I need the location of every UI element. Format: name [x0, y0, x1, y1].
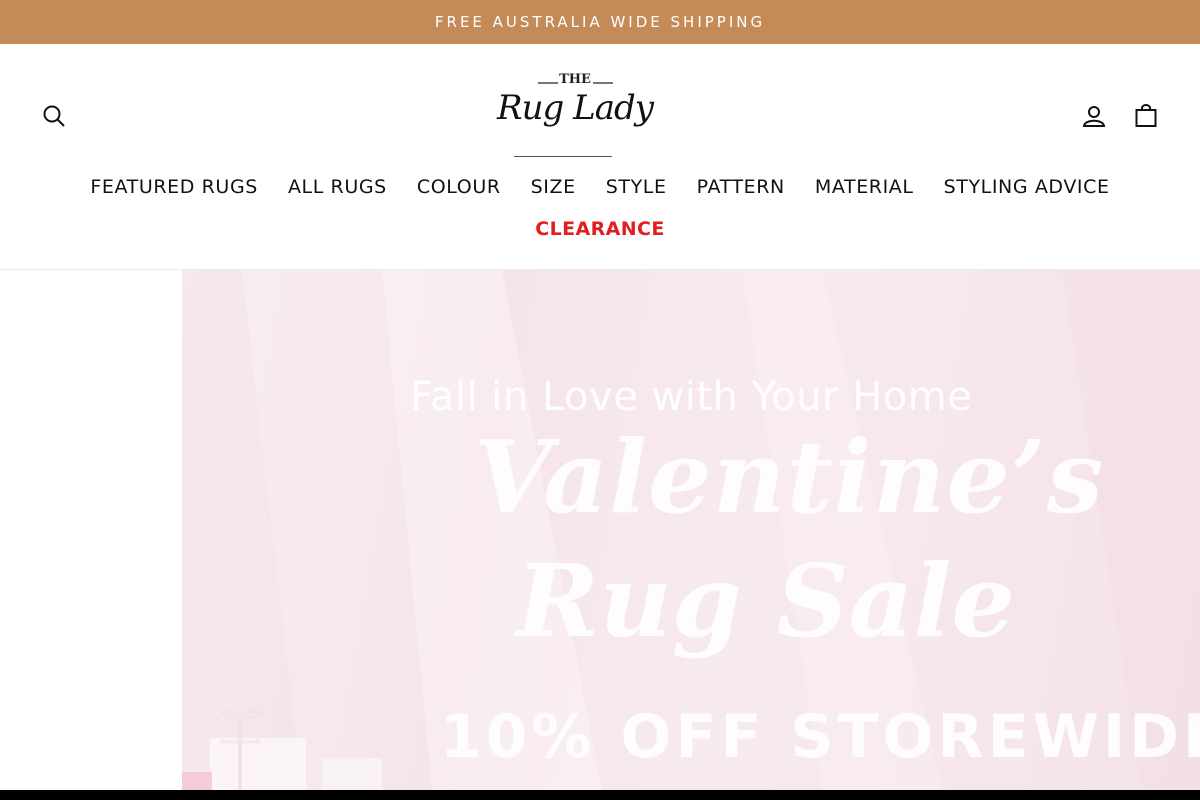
announcement-text: FREE AUSTRALIA WIDE SHIPPING [434, 13, 766, 31]
logo-name: Rug Lady [497, 88, 654, 128]
hero-title-line1: Valentine’s [474, 418, 1105, 536]
hero-tagline: Fall in Love with Your Home [410, 374, 973, 420]
hero-banner[interactable]: Fall in Love with Your Home Valentine’s … [182, 270, 1200, 790]
site-logo[interactable]: THE Rug Lady [495, 70, 655, 162]
site-header: THE Rug Lady FEATURED RUGS ALL RUGS COLO… [0, 44, 1200, 270]
nav-material[interactable]: MATERIAL [800, 172, 929, 202]
bag-icon [1135, 104, 1157, 127]
search-button[interactable] [34, 96, 74, 136]
bottom-bar [0, 790, 1200, 800]
logo-the: THE [559, 72, 591, 87]
hero-discount: 10% OFF STOREWIDE [440, 702, 1200, 772]
search-icon [43, 105, 65, 127]
nav-featured-rugs[interactable]: FEATURED RUGS [75, 172, 273, 202]
nav-pattern[interactable]: PATTERN [682, 172, 800, 202]
account-button[interactable] [1074, 96, 1114, 136]
nav-all-rugs[interactable]: ALL RUGS [273, 172, 402, 202]
gift-box-decoration [182, 710, 382, 790]
secondary-nav: CLEARANCE [0, 214, 1200, 244]
nav-size[interactable]: SIZE [516, 172, 591, 202]
logo-underline [514, 156, 612, 157]
nav-style[interactable]: STYLE [591, 172, 682, 202]
nav-styling-advice[interactable]: STYLING ADVICE [929, 172, 1125, 202]
cart-button[interactable] [1126, 96, 1166, 136]
announcement-bar: FREE AUSTRALIA WIDE SHIPPING [0, 0, 1200, 44]
logo-dash-right [593, 82, 613, 84]
main-nav: FEATURED RUGS ALL RUGS COLOUR SIZE STYLE… [0, 172, 1200, 202]
nav-clearance[interactable]: CLEARANCE [520, 214, 680, 244]
nav-colour[interactable]: COLOUR [402, 172, 516, 202]
user-icon [1082, 106, 1106, 127]
hero-title-line2: Rug Sale [516, 542, 1016, 660]
